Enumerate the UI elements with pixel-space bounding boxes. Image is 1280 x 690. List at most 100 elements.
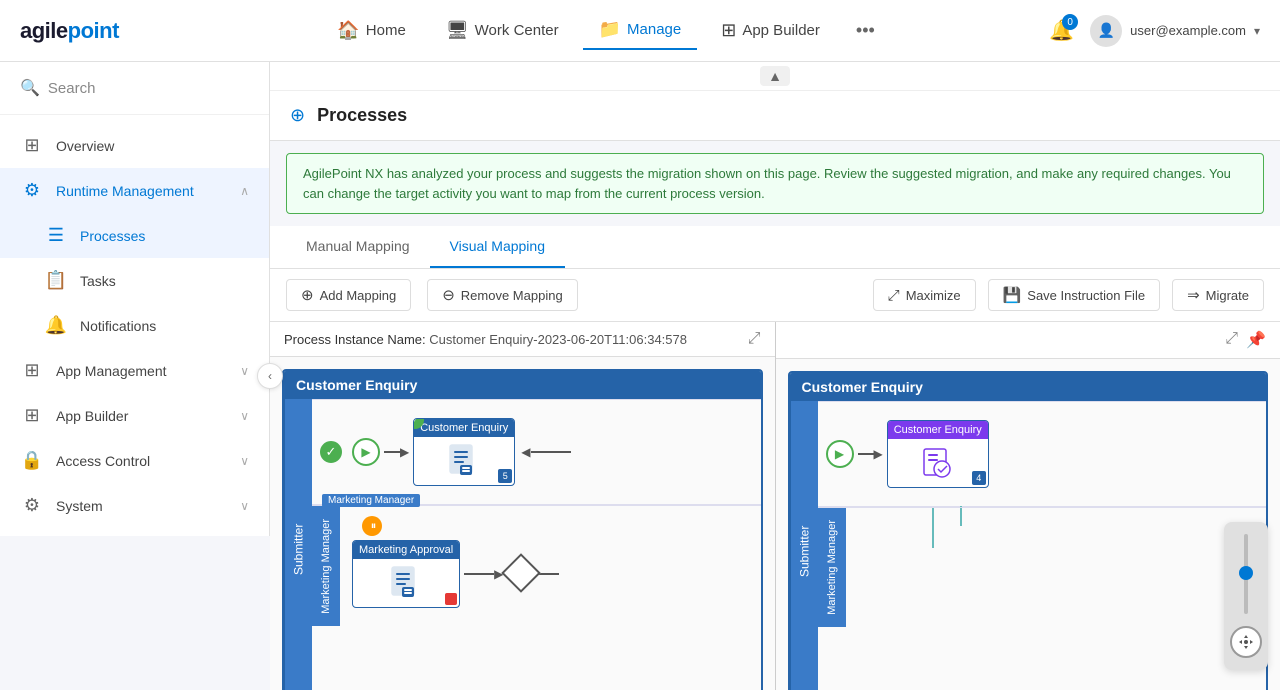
play-icon: ▶: [361, 445, 370, 459]
sidebar-item-runtime-management[interactable]: ⚙ Runtime Management ∧: [0, 168, 269, 213]
document-list-icon: [446, 443, 482, 479]
notifications-icon: 🔔: [44, 315, 68, 336]
top-navigation: agilepoint 🏠 Home 🖥 Work Center 📁 Manage…: [0, 0, 1280, 62]
alert-text: AgilePoint NX has analyzed your process …: [303, 166, 1231, 201]
node-badge-red: [445, 593, 457, 605]
back-arrow-1: ◀: [521, 445, 570, 459]
sidebar-item-notifications[interactable]: 🔔 Notifications: [0, 303, 269, 348]
access-control-expand-icon: ∨: [240, 454, 249, 468]
home-icon: 🏠: [337, 20, 359, 41]
tab-manual-mapping[interactable]: Manual Mapping: [286, 226, 430, 268]
left-marketing-approval-node[interactable]: Marketing Approval: [352, 540, 460, 608]
nav-item-manage[interactable]: 📁 Manage: [583, 11, 698, 50]
sidebar-item-notifications-label: Notifications: [80, 318, 249, 334]
left-marketing-swimlane-label: Marketing Manager: [312, 506, 340, 626]
right-panel-expand-icon[interactable]: ⤢: [1225, 330, 1238, 350]
sidebar-item-processes[interactable]: ☰ Processes: [0, 213, 269, 258]
sidebar-item-app-management[interactable]: ⊞ App Management ∨: [0, 348, 269, 393]
sidebar-search[interactable]: 🔍 Search: [0, 62, 269, 115]
nav-item-work-center-label: Work Center: [475, 22, 559, 39]
runtime-management-expand-icon: ∧: [240, 184, 249, 198]
migrate-icon: ⇒: [1187, 286, 1200, 304]
system-icon: ⚙: [20, 495, 44, 516]
app-builder-icon: ⊞: [721, 20, 736, 41]
manage-icon: 📁: [599, 19, 621, 40]
right-process-group-header: Customer Enquiry: [790, 373, 1267, 401]
left-process-group: Customer Enquiry Submitter: [282, 369, 763, 690]
notification-button[interactable]: 🔔 0: [1049, 18, 1074, 43]
left-marketing-row: Marketing Manager ⏸ Marketing Ap: [312, 505, 761, 626]
left-panel-expand-icon[interactable]: ⤢: [748, 330, 761, 348]
right-customer-enquiry-title: Customer Enquiry: [888, 421, 988, 439]
nav-item-app-builder-label: App Builder: [742, 22, 820, 39]
app-management-icon: ⊞: [20, 360, 44, 381]
work-center-icon: 🖥: [446, 20, 469, 41]
zoom-slider-thumb[interactable]: [1239, 566, 1253, 580]
mapping-area: Process Instance Name: Customer Enquiry-…: [270, 322, 1280, 690]
customer-enquiry-title: Customer Enquiry: [414, 419, 514, 437]
remove-mapping-button[interactable]: ⊖ Remove Mapping: [427, 279, 577, 311]
pause-overlay: ⏸: [362, 516, 382, 536]
sidebar-app-builder-icon: ⊞: [20, 405, 44, 426]
add-mapping-button[interactable]: ⊕ Add Mapping: [286, 279, 411, 311]
save-instruction-button[interactable]: 💾 Save Instruction File: [988, 279, 1160, 311]
right-process-group: Customer Enquiry Submitter ▶: [788, 371, 1269, 690]
arrow-right-1: ▶: [384, 445, 409, 459]
submitter-check-container: ✓: [320, 441, 342, 463]
left-swimlane-label-submitter: Submitter: [284, 399, 312, 690]
left-swimlanes: Submitter ✓: [284, 399, 761, 690]
sidebar-item-tasks[interactable]: 📋 Tasks: [0, 258, 269, 303]
nav-item-home-label: Home: [366, 22, 406, 39]
nav-item-work-center[interactable]: 🖥 Work Center: [430, 12, 575, 49]
gateway-diamond: [502, 553, 542, 593]
node-check-icon: ✓: [413, 418, 419, 426]
zoom-move-button[interactable]: [1230, 626, 1262, 658]
tab-visual-mapping[interactable]: Visual Mapping: [430, 226, 565, 268]
app-builder-expand-icon: ∨: [240, 409, 249, 423]
zoom-slider-track[interactable]: [1244, 534, 1248, 614]
sidebar-item-app-builder[interactable]: ⊞ App Builder ∨: [0, 393, 269, 438]
left-start-node[interactable]: ▶: [352, 438, 380, 466]
right-start-node[interactable]: ▶: [826, 440, 854, 468]
marketing-approval-body: [353, 559, 459, 607]
sidebar-item-access-control[interactable]: 🔒 Access Control ∨: [0, 438, 269, 483]
nav-item-home[interactable]: 🏠 Home: [321, 12, 421, 49]
logo[interactable]: agilepoint: [20, 18, 119, 44]
right-customer-enquiry-node[interactable]: Customer Enquiry: [887, 420, 989, 488]
gateway-container: [507, 559, 535, 590]
submitter-check-badge: ✓: [320, 441, 342, 463]
remove-mapping-label: Remove Mapping: [461, 288, 563, 303]
sidebar-item-overview[interactable]: ⊞ Overview: [0, 123, 269, 168]
nav-more-button[interactable]: •••: [844, 12, 887, 49]
nav-item-app-builder[interactable]: ⊞ App Builder: [705, 12, 836, 49]
remove-mapping-icon: ⊖: [442, 286, 455, 304]
back-button[interactable]: ⊕: [290, 105, 305, 126]
chevron-down-icon: ▾: [1254, 24, 1260, 38]
runtime-management-icon: ⚙: [20, 180, 44, 201]
pause-icon: ⏸: [370, 520, 375, 533]
sidebar-item-overview-label: Overview: [56, 138, 249, 154]
zoom-panel: [1224, 522, 1268, 670]
top-collapse-button[interactable]: ▲: [760, 66, 790, 86]
left-process-group-header: Customer Enquiry: [284, 371, 761, 399]
page-header: ⊕ Processes: [270, 91, 1280, 141]
sidebar-toggle-button[interactable]: ‹: [257, 363, 283, 389]
tabs-bar: Manual Mapping Visual Mapping: [270, 226, 1280, 269]
sidebar-item-system[interactable]: ⚙ System ∨: [0, 483, 269, 528]
migrate-button[interactable]: ⇒ Migrate: [1172, 279, 1264, 311]
maximize-label: Maximize: [906, 288, 961, 303]
add-mapping-icon: ⊕: [301, 286, 314, 304]
right-submitter-nodes: ▶ ▶ Cus: [818, 412, 997, 496]
app-management-expand-icon: ∨: [240, 364, 249, 378]
left-panel-title: Process Instance Name: Customer Enquiry-…: [284, 332, 687, 347]
left-customer-enquiry-node[interactable]: ✓ Customer Enquiry: [413, 418, 515, 486]
right-arrow-1: ▶: [858, 447, 883, 461]
sidebar-item-system-label: System: [56, 498, 228, 514]
user-menu[interactable]: 👤 user@example.com ▾: [1090, 15, 1260, 47]
left-process-canvas: Customer Enquiry Submitter: [270, 357, 775, 690]
left-mapping-panel: Process Instance Name: Customer Enquiry-…: [270, 322, 776, 690]
marketing-doc-icon: [388, 565, 424, 601]
right-panel-pin-icon[interactable]: 📌: [1246, 330, 1266, 350]
maximize-button[interactable]: ⤢ Maximize: [873, 279, 976, 311]
right-mapping-panel: ⤢ 📌 Customer Enquiry Submitter: [776, 322, 1280, 690]
